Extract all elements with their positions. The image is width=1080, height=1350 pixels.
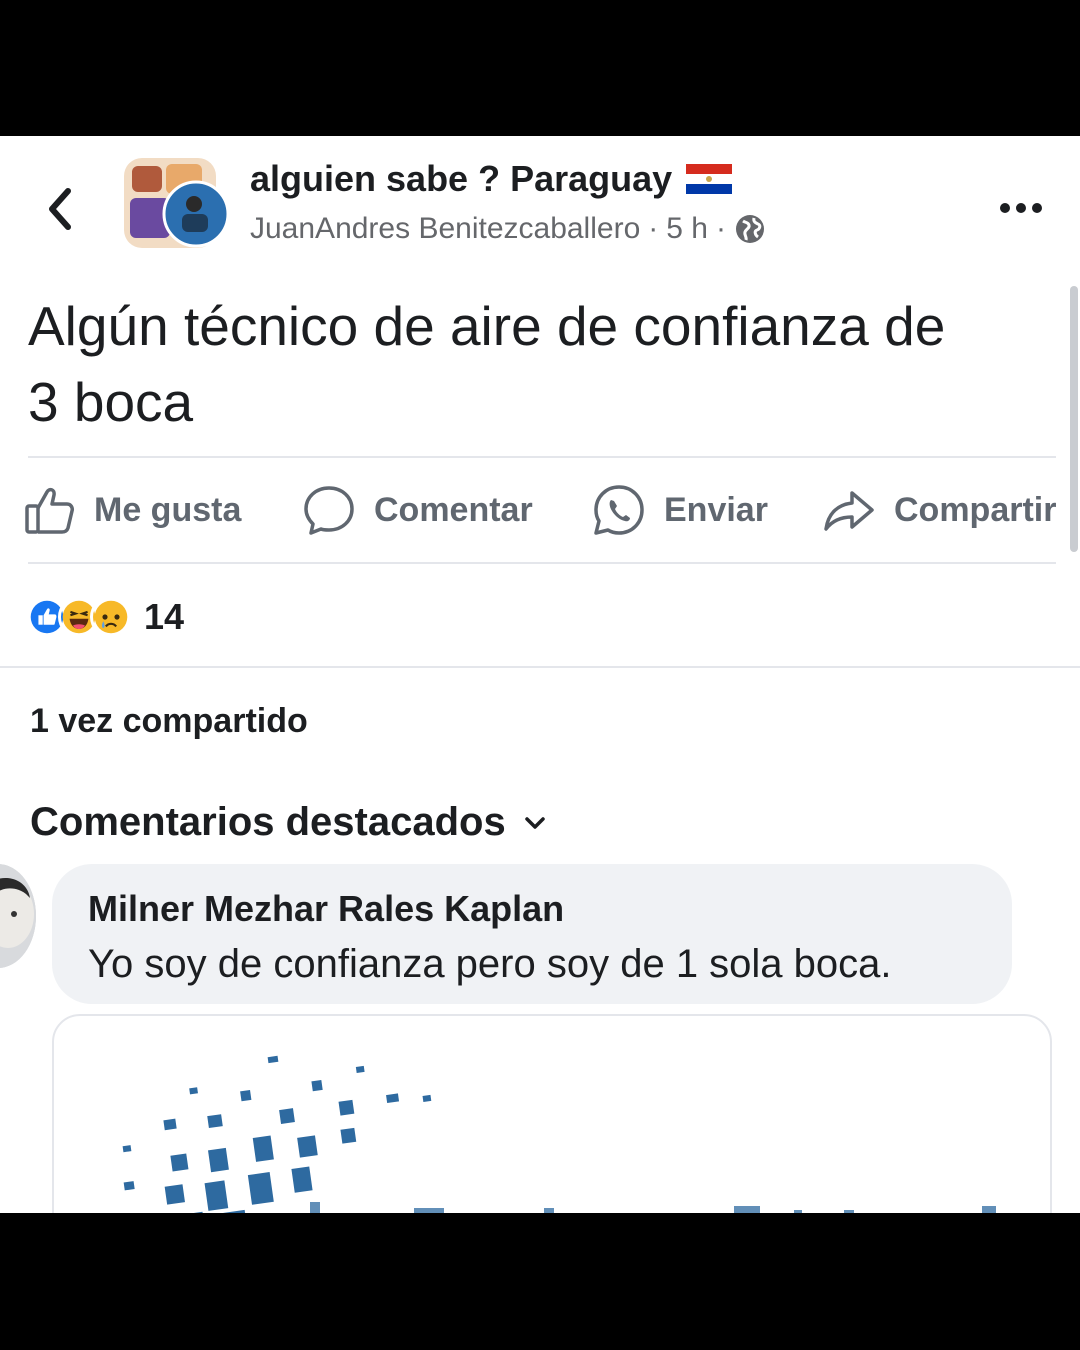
reactions-summary[interactable]: 14 xyxy=(26,594,184,640)
meta-separator: · xyxy=(648,212,659,245)
divider xyxy=(0,666,1080,668)
whatsapp-icon xyxy=(594,485,644,535)
chevron-down-icon xyxy=(524,816,545,829)
comment-button[interactable]: Comentar xyxy=(302,474,533,546)
more-options-button[interactable] xyxy=(1000,198,1050,218)
commenter-avatar[interactable] xyxy=(0,864,36,968)
company-logo xyxy=(122,1055,996,1213)
post-meta: JuanAndres Benitezcaballero · 5 h · xyxy=(250,212,766,246)
send-label: Enviar xyxy=(664,490,768,529)
comment-text: Yo soy de confianza pero soy de 1 sola b… xyxy=(88,942,892,986)
comment-bubble: Milner Mezhar Rales Kaplan Yo soy de con… xyxy=(52,864,1012,1004)
share-count[interactable]: 1 vez compartido xyxy=(30,702,308,741)
globe-icon xyxy=(735,215,764,243)
chevron-left-icon xyxy=(49,188,71,230)
action-bar: Me gusta Comentar Enviar Compartir xyxy=(0,474,1080,546)
like-label: Me gusta xyxy=(94,490,242,529)
reaction-count: 14 xyxy=(144,596,185,637)
share-arrow-icon xyxy=(824,491,874,531)
post-time[interactable]: 5 h xyxy=(666,212,708,246)
comment-sort-button[interactable]: Comentarios destacados xyxy=(30,800,546,845)
comment-label: Comentar xyxy=(374,490,533,529)
comment-author[interactable]: Milner Mezhar Rales Kaplan xyxy=(88,888,564,930)
speech-bubble-icon xyxy=(304,486,354,535)
divider xyxy=(28,562,1056,564)
scrollbar[interactable] xyxy=(1070,286,1078,552)
post-text-line: Algún técnico de aire de confianza de xyxy=(28,295,946,357)
more-horizontal-icon xyxy=(1000,203,1010,213)
group-name-row[interactable]: alguien sabe ? Paraguay xyxy=(250,158,733,200)
thumbs-up-icon xyxy=(25,487,74,534)
meta-separator: · xyxy=(715,212,726,245)
share-label: Compartir xyxy=(894,490,1057,529)
link-attachment-card[interactable] xyxy=(52,1014,1052,1213)
facebook-post-screen: alguien sabe ? Paraguay JuanAndres Benit… xyxy=(0,136,1080,1213)
like-button[interactable]: Me gusta xyxy=(24,474,241,546)
send-button[interactable]: Enviar xyxy=(592,474,768,546)
paraguay-flag-icon xyxy=(686,164,733,194)
divider xyxy=(28,456,1056,458)
post-header: alguien sabe ? Paraguay JuanAndres Benit… xyxy=(0,136,1080,266)
comment-sort-label: Comentarios destacados xyxy=(30,800,506,844)
group-avatar[interactable] xyxy=(122,156,230,250)
post-author[interactable]: JuanAndres Benitezcaballero xyxy=(250,212,640,246)
sad-reaction-icon xyxy=(90,596,132,638)
post-body: Algún técnico de aire de confianza de 3 … xyxy=(28,288,1048,440)
back-button[interactable] xyxy=(38,186,82,232)
post-text-line: 3 boca xyxy=(28,371,194,433)
share-button[interactable]: Compartir xyxy=(822,474,1056,546)
group-name[interactable]: alguien sabe ? Paraguay xyxy=(250,158,672,200)
